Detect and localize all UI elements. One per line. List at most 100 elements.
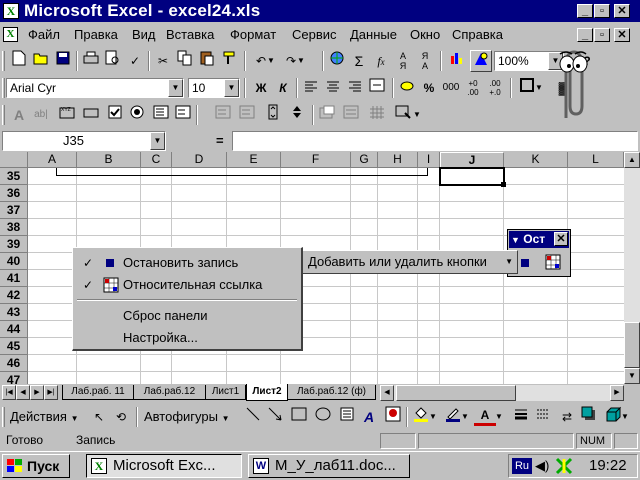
formula-input[interactable] — [232, 131, 638, 151]
add-remove-buttons-button[interactable]: Добавить или удалить кнопки ▼ — [302, 250, 518, 274]
column-header[interactable]: E — [227, 152, 281, 168]
open-icon[interactable] — [30, 50, 52, 72]
font-color-icon[interactable]: A — [474, 406, 496, 426]
align-center-icon[interactable] — [322, 77, 344, 99]
sheet-tab[interactable]: Лист1 — [206, 385, 246, 400]
line-icon[interactable] — [242, 406, 264, 428]
font-size-select[interactable]: 10 ▼ — [188, 78, 240, 98]
group-box-icon[interactable]: XYZ — [56, 104, 78, 126]
checkbox-control-icon[interactable] — [104, 104, 126, 126]
network-icon[interactable] — [555, 457, 573, 475]
function-icon[interactable]: fx — [370, 50, 392, 72]
column-header[interactable]: H — [378, 152, 418, 168]
menu-window[interactable]: Окно — [410, 27, 440, 42]
column-header[interactable]: K — [504, 152, 568, 168]
combo-dropdown-edit-icon[interactable] — [236, 104, 258, 126]
scroll-left-icon[interactable]: ◀ — [380, 385, 394, 401]
menu-item-reset-toolbar[interactable]: Сброс панели — [73, 305, 302, 327]
column-header[interactable]: C — [141, 152, 172, 168]
menu-item-stop-recording[interactable]: ✓ Остановить запись — [73, 252, 302, 274]
merge-center-icon[interactable] — [366, 77, 388, 99]
spelling-icon[interactable]: ✓ — [124, 50, 146, 72]
toolbar-options-icon[interactable]: ▼ — [412, 104, 422, 126]
button-control-icon[interactable] — [80, 104, 102, 126]
line-color-dropdown-icon[interactable]: ▼ — [460, 406, 470, 428]
doc-restore-button[interactable]: ▫ — [594, 28, 610, 42]
rectangle-icon[interactable] — [288, 406, 310, 428]
toolbar-grip[interactable] — [2, 51, 5, 71]
row-header[interactable]: 37 — [0, 202, 28, 219]
chevron-down-icon[interactable]: ▼ — [224, 79, 239, 97]
toolbar-grip[interactable] — [2, 407, 5, 427]
edit-code-icon[interactable] — [340, 104, 362, 126]
sheet-tab[interactable]: Лаб.раб. 11 — [62, 385, 134, 400]
toggle-grid-icon[interactable] — [366, 104, 388, 126]
toolbar-grip[interactable] — [2, 78, 5, 98]
drawing-options-icon[interactable]: ▼ — [620, 406, 630, 428]
label-control-icon[interactable]: A — [8, 104, 30, 126]
redo-dropdown-icon[interactable]: ▼ — [296, 50, 306, 72]
menu-format[interactable]: Формат — [230, 27, 276, 42]
column-header[interactable]: F — [281, 152, 351, 168]
excel-icon[interactable]: X — [3, 3, 19, 19]
borders-dropdown-icon[interactable]: ▼ — [534, 77, 544, 99]
chevron-down-icon[interactable]: ▼ — [168, 79, 183, 97]
arrow-style-icon[interactable]: ⇄ — [556, 406, 578, 428]
row-header[interactable]: 46 — [0, 355, 28, 372]
toolbar-menu-icon[interactable]: ▼ — [511, 235, 520, 245]
select-pointer-icon[interactable]: ↖ — [88, 406, 110, 428]
scroll-down-icon[interactable]: ▼ — [624, 368, 640, 384]
taskbar-word-button[interactable]: W М_У_лаб11.doc... — [248, 454, 410, 478]
print-preview-icon[interactable] — [102, 50, 124, 72]
textbox-icon[interactable] — [336, 406, 358, 428]
menu-insert[interactable]: Вставка — [166, 27, 214, 42]
increase-decimal-icon[interactable]: +0.00 — [462, 77, 484, 99]
row-header[interactable]: 43 — [0, 304, 28, 321]
combo-box-icon[interactable] — [172, 104, 194, 126]
decrease-decimal-icon[interactable]: .00 +.0 — [484, 77, 506, 99]
wordart-icon[interactable]: A — [358, 406, 380, 428]
column-header[interactable]: G — [351, 152, 378, 168]
arrow-icon[interactable] — [264, 406, 286, 428]
next-sheet-icon[interactable]: ▶ — [30, 385, 44, 400]
row-header[interactable]: 47 — [0, 372, 28, 384]
undo-dropdown-icon[interactable]: ▼ — [266, 50, 276, 72]
sheet-tab[interactable]: Лаб.раб.12 — [134, 385, 206, 400]
column-header[interactable]: L — [568, 152, 624, 168]
hyperlink-icon[interactable] — [326, 50, 348, 72]
column-header[interactable]: I — [418, 152, 440, 168]
fill-handle[interactable] — [501, 182, 506, 187]
column-header-active[interactable]: J — [440, 152, 504, 168]
start-button[interactable]: Пуск — [2, 454, 70, 478]
oval-icon[interactable] — [312, 406, 334, 428]
taskbar-excel-button[interactable]: X Microsoft Exc... — [86, 454, 242, 478]
row-header[interactable]: 40 — [0, 253, 28, 270]
option-button-icon[interactable] — [126, 104, 148, 126]
column-header[interactable]: B — [77, 152, 141, 168]
row-header[interactable]: 39 — [0, 236, 28, 253]
prev-sheet-icon[interactable]: ◀ — [16, 385, 30, 400]
currency-icon[interactable] — [396, 77, 418, 99]
sheet-tab[interactable]: Лаб.раб.12 (ф) — [288, 385, 376, 400]
column-header[interactable]: D — [172, 152, 227, 168]
font-color-dropdown-icon[interactable]: ▼ — [494, 406, 504, 428]
percent-icon[interactable]: % — [418, 77, 440, 99]
menu-item-customize[interactable]: Настройка... — [73, 327, 302, 349]
paste-icon[interactable] — [196, 50, 218, 72]
floating-close-button[interactable]: ✕ — [554, 232, 568, 246]
sheet-tab-active[interactable]: Лист2 — [246, 384, 288, 401]
name-box[interactable]: J35 ▼ — [2, 131, 166, 151]
scroll-thumb[interactable] — [624, 322, 640, 368]
copy-icon[interactable] — [174, 50, 196, 72]
menu-edit[interactable]: Правка — [74, 27, 118, 42]
menu-data[interactable]: Данные — [350, 27, 397, 42]
control-properties-icon[interactable] — [316, 104, 338, 126]
align-right-icon[interactable] — [344, 77, 366, 99]
list-box-icon[interactable] — [150, 104, 172, 126]
menu-file[interactable]: Файл — [28, 27, 60, 42]
italic-button[interactable]: К — [272, 77, 294, 99]
active-cell[interactable] — [439, 167, 505, 186]
row-header[interactable]: 44 — [0, 321, 28, 338]
autoshapes-menu[interactable]: Автофигуры ▼ — [144, 409, 230, 424]
autosum-icon[interactable]: Σ — [348, 50, 370, 72]
